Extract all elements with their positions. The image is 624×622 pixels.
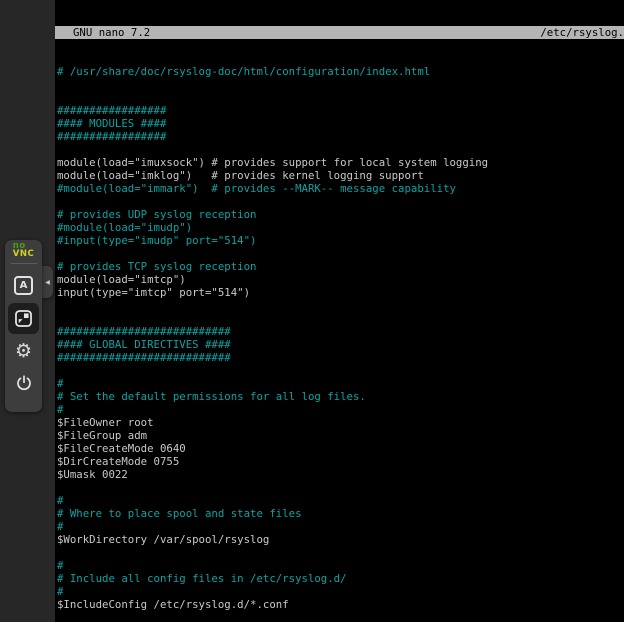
editor-line: #: [55, 520, 624, 533]
editor-line: $IncludeConfig /etc/rsyslog.d/*.conf: [55, 598, 624, 611]
editor-line: $Umask 0022: [55, 468, 624, 481]
power-icon: [15, 374, 33, 392]
editor-line: [55, 195, 624, 208]
vnc-viewport: GNU nano 7.2 /etc/rsyslog. # /usr/share/…: [0, 0, 624, 622]
editor-line: [55, 312, 624, 325]
novnc-logo-bottom: VNC: [13, 251, 34, 259]
nano-app-title: GNU nano 7.2: [55, 26, 150, 39]
vnc-control-bar: no VNC A ⚙: [5, 240, 42, 412]
editor-line: [55, 247, 624, 260]
editor-line: #: [55, 494, 624, 507]
editor-line: #### GLOBAL DIRECTIVES ####: [55, 338, 624, 351]
editor-line: $FileCreateMode 0640: [55, 442, 624, 455]
editor-line: # Where to place spool and state files: [55, 507, 624, 520]
editor-line: #input(type="imudp" port="514"): [55, 234, 624, 247]
editor-line: ###########################: [55, 325, 624, 338]
nano-title-bar: GNU nano 7.2 /etc/rsyslog.: [55, 26, 624, 39]
editor-line: #module(load="imudp"): [55, 221, 624, 234]
fullscreen-button[interactable]: [8, 303, 39, 334]
power-button[interactable]: [10, 369, 38, 396]
editor-line: [55, 364, 624, 377]
editor-line: [55, 91, 624, 104]
editor-line: #################: [55, 130, 624, 143]
editor-line: #: [55, 559, 624, 572]
editor-line: $FileOwner root: [55, 416, 624, 429]
editor-line: [55, 611, 624, 622]
editor-line: #: [55, 585, 624, 598]
editor-line: ###########################: [55, 351, 624, 364]
chevron-left-icon: ◀: [45, 279, 50, 286]
novnc-logo: no VNC: [13, 243, 34, 258]
editor-line: [55, 299, 624, 312]
editor-line: module(load="imuxsock") # provides suppo…: [55, 156, 624, 169]
editor-line: $FileGroup adm: [55, 429, 624, 442]
gear-icon: ⚙: [15, 342, 32, 361]
editor-line: #################: [55, 104, 624, 117]
logo-divider: [11, 263, 37, 264]
control-bar-collapse-handle[interactable]: ◀: [42, 266, 53, 298]
extra-keys-button[interactable]: A: [10, 272, 38, 299]
editor-lines: # /usr/share/doc/rsyslog-doc/html/config…: [55, 65, 624, 622]
editor-line: # provides TCP syslog reception: [55, 260, 624, 273]
editor-line: input(type="imtcp" port="514"): [55, 286, 624, 299]
editor-line: [55, 78, 624, 91]
editor-line: module(load="imklog") # provides kernel …: [55, 169, 624, 182]
editor-line: # /usr/share/doc/rsyslog-doc/html/config…: [55, 65, 624, 78]
editor-line: #: [55, 377, 624, 390]
editor-line: #### MODULES ####: [55, 117, 624, 130]
nano-file-path: /etc/rsyslog.: [540, 26, 624, 39]
editor-line: $DirCreateMode 0755: [55, 455, 624, 468]
editor-line: [55, 143, 624, 156]
editor-line: $WorkDirectory /var/spool/rsyslog: [55, 533, 624, 546]
editor-line: #module(load="immark") # provides --MARK…: [55, 182, 624, 195]
a-key-icon: A: [14, 276, 33, 295]
editor-line: [55, 546, 624, 559]
editor-line: [55, 481, 624, 494]
editor-line: # Include all config files in /etc/rsysl…: [55, 572, 624, 585]
editor-line: # Set the default permissions for all lo…: [55, 390, 624, 403]
editor-line: # provides UDP syslog reception: [55, 208, 624, 221]
terminal-screen[interactable]: GNU nano 7.2 /etc/rsyslog. # /usr/share/…: [55, 0, 624, 622]
fullscreen-icon: [14, 309, 33, 328]
editor-line: #: [55, 403, 624, 416]
editor-line: module(load="imtcp"): [55, 273, 624, 286]
settings-button[interactable]: ⚙: [10, 338, 38, 365]
